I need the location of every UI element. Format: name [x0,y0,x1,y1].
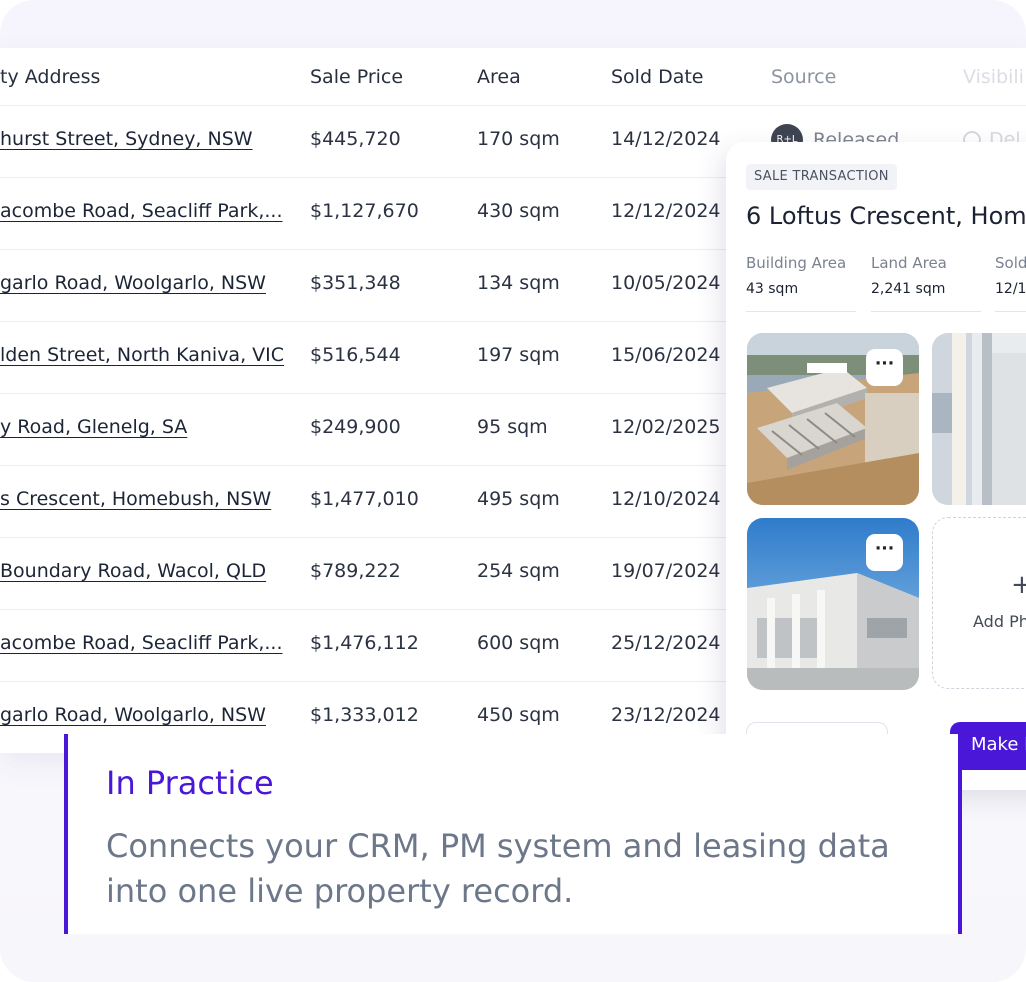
area-cell: 197 sqm [477,344,560,366]
property-address-link[interactable]: lden Street, North Kaniva, VIC [0,344,290,366]
area-cell: 170 sqm [477,128,560,150]
sold-date-cell: 12/12/2024 [611,200,721,222]
header-property-address[interactable]: ty Address [0,66,290,88]
header-source[interactable]: Source [771,66,921,88]
property-address-link[interactable]: garlo Road, Woolgarlo, NSW [0,272,290,294]
sale-price-cell: $1,477,010 [310,488,419,510]
stat-sold-date: Sold 12/1( [995,254,1026,312]
stat-value: 12/1( [995,281,1026,297]
transaction-type-badge: SALE TRANSACTION [746,164,897,190]
property-photo[interactable]: ··· [747,518,919,690]
stat-divider [746,311,856,312]
area-cell: 430 sqm [477,200,560,222]
sold-date-cell: 25/12/2024 [611,632,721,654]
callout-title: In Practice [106,764,274,802]
sale-price-cell: $1,127,670 [310,200,419,222]
area-cell: 134 sqm [477,272,560,294]
more-options-icon[interactable]: ··· [866,349,903,386]
sale-price-cell: $516,544 [310,344,401,366]
sale-price-cell: $351,348 [310,272,401,294]
header-area[interactable]: Area [477,66,597,88]
sold-date-cell: 12/02/2025 [611,416,721,438]
concrete-facade-photo [932,333,1026,505]
more-options-icon[interactable]: ··· [866,534,903,571]
sold-date-cell: 19/07/2024 [611,560,721,582]
header-sale-price[interactable]: Sale Price [310,66,460,88]
property-photo[interactable]: ··· [747,333,919,505]
sold-date-cell: 23/12/2024 [611,704,721,726]
stat-label: Sold [995,254,1026,272]
header-visibility[interactable]: Visibili [963,66,1026,88]
sold-date-cell: 10/05/2024 [611,272,721,294]
area-cell: 600 sqm [477,632,560,654]
property-address-link[interactable]: s Crescent, Homebush, NSW [0,488,290,510]
sale-price-cell: $1,333,012 [310,704,419,726]
property-address-link[interactable]: acombe Road, Seacliff Park,... [0,200,290,222]
sold-date-cell: 15/06/2024 [611,344,721,366]
property-address-link[interactable]: y Road, Glenelg, SA [0,416,290,438]
property-photo[interactable] [932,333,1026,505]
area-cell: 254 sqm [477,560,560,582]
sale-price-cell: $789,222 [310,560,401,582]
header-sold-date[interactable]: Sold Date [611,66,731,88]
sale-transaction-panel: SALE TRANSACTION 6 Loftus Crescent, Home… [726,142,1026,790]
property-address-link[interactable]: garlo Road, Woolgarlo, NSW [0,704,290,726]
sale-price-cell: $1,476,112 [310,632,419,654]
sale-price-cell: $249,900 [310,416,401,438]
stat-label: Building Area [746,254,847,272]
plus-icon: + [1011,570,1026,600]
in-practice-callout: In Practice Connects your CRM, PM system… [64,734,962,934]
stat-divider [871,311,981,312]
stat-value: 2,241 sqm [871,281,946,297]
stat-land-area: Land Area 2,241 sqm [871,254,981,312]
table-header-row: ty Address Sale Price Area Sold Date Sou… [0,48,1026,105]
stat-divider [995,311,1026,312]
panel-title: 6 Loftus Crescent, Home [746,202,1026,230]
property-address-link[interactable]: hurst Street, Sydney, NSW [0,128,290,150]
area-cell: 495 sqm [477,488,560,510]
page-background: ty Address Sale Price Area Sold Date Sou… [0,0,1026,982]
sale-price-cell: $445,720 [310,128,401,150]
area-cell: 95 sqm [477,416,548,438]
add-photo-button[interactable]: + Add Ph [932,517,1026,689]
stat-building-area: Building Area 43 sqm [746,254,856,312]
area-cell: 450 sqm [477,704,560,726]
sold-date-cell: 12/10/2024 [611,488,721,510]
property-address-link[interactable]: Boundary Road, Wacol, QLD [0,560,290,582]
add-photo-label: Add Ph [973,612,1026,631]
stat-value: 43 sqm [746,281,799,297]
sold-date-cell: 14/12/2024 [611,128,721,150]
property-address-link[interactable]: acombe Road, Seacliff Park,... [0,632,290,654]
stat-label: Land Area [871,254,947,272]
callout-body: Connects your CRM, PM system and leasing… [106,827,890,910]
